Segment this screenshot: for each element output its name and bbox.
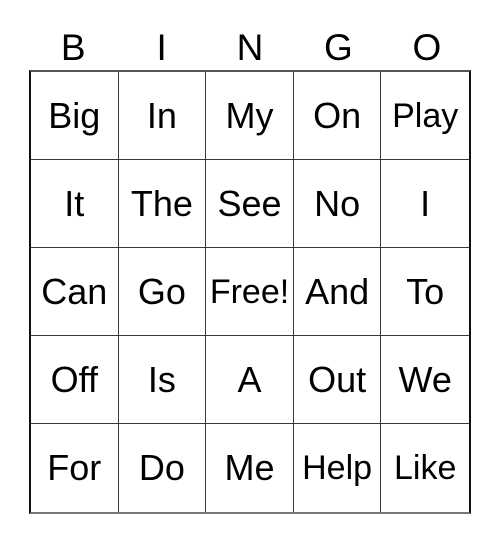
bingo-grid: Big In My On Play It The See No I Can Go… — [29, 70, 471, 514]
bingo-cell-r3c2[interactable]: Go — [118, 248, 207, 336]
bingo-cell-label: See — [217, 182, 282, 224]
bingo-cell-label: Go — [137, 270, 186, 312]
bingo-header-letter-b: B — [60, 27, 86, 68]
bingo-cell-label: Like — [394, 449, 457, 487]
bingo-cell-r5c3[interactable]: Me — [206, 424, 294, 512]
bingo-cell-r3c1[interactable]: Can — [31, 248, 119, 336]
bingo-cell-free-space[interactable]: Free! — [206, 248, 294, 336]
bingo-cell-label: On — [313, 94, 362, 136]
bingo-cell-label: Big — [48, 94, 101, 136]
bingo-cell-r2c1[interactable]: It — [31, 160, 119, 248]
bingo-cell-r2c3[interactable]: See — [206, 160, 294, 248]
bingo-cell-r4c5[interactable]: We — [381, 336, 469, 424]
bingo-card: B I N G O Big In My On Play It The See N… — [0, 0, 500, 544]
bingo-cell-label: Help — [302, 449, 373, 487]
bingo-cell-r2c2[interactable]: The — [118, 160, 207, 248]
bingo-cell-r4c4[interactable]: Out — [293, 336, 382, 424]
bingo-cell-r1c1[interactable]: Big — [31, 72, 119, 160]
bingo-cell-r2c4[interactable]: No — [293, 160, 382, 248]
bingo-cell-label: To — [406, 270, 445, 312]
bingo-header-letter-n: N — [236, 27, 264, 68]
bingo-cell-r5c5[interactable]: Like — [381, 424, 469, 512]
bingo-cell-label: And — [305, 270, 370, 312]
bingo-cell-label: For — [47, 447, 102, 488]
bingo-cell-label: The — [130, 182, 193, 224]
bingo-cell-label: Do — [138, 447, 185, 488]
bingo-cell-label: In — [146, 94, 177, 136]
bingo-cell-r1c5[interactable]: Play — [381, 72, 469, 160]
bingo-cell-r3c5[interactable]: To — [381, 248, 469, 336]
bingo-cell-r5c4[interactable]: Help — [293, 424, 382, 512]
bingo-cell-label: We — [398, 358, 452, 400]
bingo-cell-r3c4[interactable]: And — [293, 248, 382, 336]
bingo-cell-r2c5[interactable]: I — [381, 160, 469, 248]
bingo-cell-r1c2[interactable]: In — [118, 72, 207, 160]
bingo-cell-label: Play — [392, 96, 459, 135]
bingo-cell-label: Me — [224, 447, 275, 488]
bingo-cell-r5c1[interactable]: For — [31, 424, 119, 512]
bingo-cell-r1c4[interactable]: On — [293, 72, 382, 160]
bingo-cell-label: It — [64, 182, 85, 224]
bingo-header-letter-g: G — [324, 27, 353, 68]
bingo-header-letter-i: I — [156, 27, 167, 68]
bingo-cell-r5c2[interactable]: Do — [118, 424, 207, 512]
bingo-cell-label: No — [314, 182, 361, 224]
bingo-cell-label: A — [237, 358, 262, 400]
bingo-header-letter-o: O — [412, 27, 442, 68]
bingo-cell-r4c3[interactable]: A — [206, 336, 294, 424]
bingo-cell-label: My — [225, 94, 274, 136]
bingo-header-row: B I N G O — [29, 24, 471, 71]
bingo-cell-label: I — [420, 182, 431, 224]
bingo-cell-label: Is — [147, 358, 176, 400]
bingo-cell-r4c1[interactable]: Off — [31, 336, 119, 424]
bingo-cell-label: Can — [41, 270, 108, 312]
bingo-cell-r4c2[interactable]: Is — [118, 336, 207, 424]
bingo-cell-r1c3[interactable]: My — [206, 72, 294, 160]
bingo-cell-label: Free! — [209, 272, 290, 311]
bingo-cell-label: Out — [308, 358, 367, 400]
bingo-cell-label: Off — [50, 358, 98, 400]
